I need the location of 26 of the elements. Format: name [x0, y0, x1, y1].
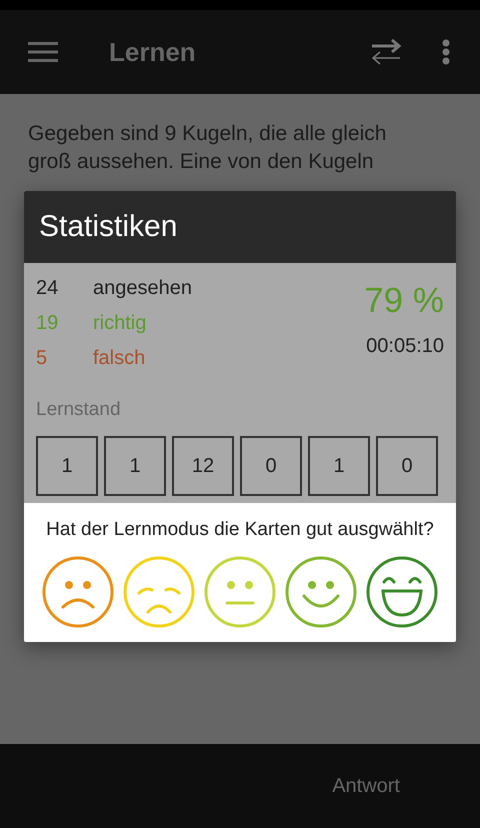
- rating-question: Hat der Lernmodus die Karten gut ausgwählt?: [46, 519, 434, 541]
- box-count: 12: [172, 436, 234, 496]
- progress-label: Lernstand: [36, 399, 122, 421]
- box-count: 0: [376, 436, 438, 496]
- elapsed-time: 00:05:10: [366, 335, 444, 358]
- question-text: Gegeben sind 9 Kugeln, die alle gleich groß aussehen. Eine von den Kugeln: [28, 121, 388, 175]
- count-label: angesehen: [93, 277, 192, 300]
- menu-icon[interactable]: [28, 41, 58, 63]
- box-count: 0: [240, 436, 302, 496]
- box-count: 1: [104, 436, 166, 496]
- laughing-face-icon[interactable]: [366, 556, 438, 628]
- app-title: Lernen: [109, 36, 197, 68]
- happy-face-icon[interactable]: [285, 556, 357, 628]
- count-label: richtig: [93, 312, 146, 335]
- dialog-title: Statistiken: [24, 191, 456, 263]
- swap-arrows-icon[interactable]: [370, 37, 402, 67]
- count-value: 19: [36, 312, 60, 335]
- count-value: 24: [36, 277, 60, 300]
- answer-button[interactable]: Antwort: [324, 768, 408, 804]
- box-count: 1: [36, 436, 98, 496]
- count-label: falsch: [93, 347, 146, 370]
- box-count: 1: [308, 436, 370, 496]
- sad-face-icon[interactable]: [42, 556, 114, 628]
- count-value: 5: [36, 347, 48, 370]
- percentage: 79 %: [364, 281, 444, 321]
- more-options-icon[interactable]: [442, 39, 450, 65]
